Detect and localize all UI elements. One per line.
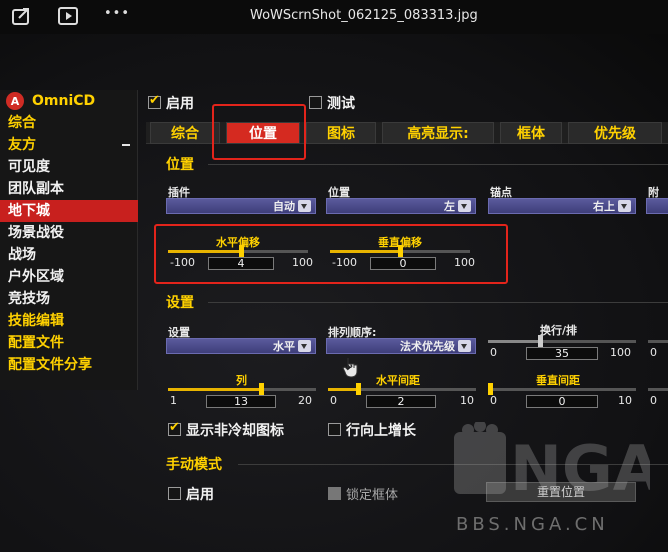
enable-label: 启用	[166, 96, 194, 112]
v-spacing-label: 垂直间距	[536, 374, 580, 387]
sort-dropdown[interactable]: 法术优先级	[326, 338, 476, 354]
wrap-max: 100	[610, 346, 631, 359]
share-icon[interactable]	[10, 5, 34, 27]
omnicd-logo-icon: A	[6, 92, 24, 110]
chevron-down-icon	[618, 200, 631, 212]
show-noncd-label: 显示非冷却图标	[186, 423, 284, 439]
watermark-logo-text: NGA	[510, 432, 650, 505]
highlight-box-offsets	[154, 224, 508, 284]
extra-slider-2-min: 0	[650, 394, 657, 407]
section-divider	[208, 302, 668, 303]
wrap-value[interactable]: 35	[526, 347, 598, 360]
columns-max: 20	[298, 394, 312, 407]
chevron-down-icon	[458, 340, 471, 352]
manual-enable-checkbox[interactable]	[168, 487, 181, 500]
slider-thumb[interactable]	[355, 383, 361, 395]
layout-dropdown[interactable]: 水平	[166, 338, 316, 354]
extra-slider-min: 0	[650, 346, 657, 359]
grow-up-label: 行向上增长	[346, 423, 416, 439]
watermark-site: BBS.NGA.CN	[456, 514, 609, 535]
section-position-title: 位置	[166, 157, 194, 173]
slider-thumb[interactable]	[398, 245, 403, 257]
nav-item-scenario[interactable]: 场景战役	[0, 222, 138, 244]
nav-item-friendly[interactable]: 友方	[0, 134, 138, 156]
extra-slider[interactable]	[648, 340, 668, 343]
columns-slider[interactable]	[168, 383, 316, 395]
nav-item-visibility[interactable]: 可见度	[0, 156, 138, 178]
nav-item-profile-share[interactable]: 配置文件分享	[0, 354, 138, 376]
addon-sidebar: A OmniCD 综合 友方 可见度 团队副本 地下城 场景战役 战场 户外区域…	[0, 90, 138, 390]
h-offset-slider[interactable]	[168, 245, 308, 257]
chevron-down-icon	[298, 340, 311, 352]
wrap-slider[interactable]	[488, 335, 636, 347]
v-offset-min: -100	[332, 256, 357, 269]
v-spacing-slider[interactable]	[488, 383, 636, 395]
hand-cursor-icon	[342, 358, 358, 378]
columns-value[interactable]: 13	[206, 395, 276, 408]
nav-item-arena[interactable]: 竞技场	[0, 288, 138, 310]
section-divider	[208, 164, 668, 165]
test-checkbox[interactable]	[309, 96, 322, 109]
nav-item-spell-editor[interactable]: 技能编辑	[0, 310, 138, 332]
extra-slider-2[interactable]	[648, 388, 668, 391]
h-spacing-value[interactable]: 2	[366, 395, 436, 408]
attach-dropdown[interactable]	[646, 198, 668, 214]
nav-item-raid[interactable]: 团队副本	[0, 178, 138, 200]
columns-label: 列	[236, 374, 247, 387]
more-icon[interactable]: •••	[104, 6, 130, 21]
section-settings-title: 设置	[166, 295, 194, 311]
tab-priority[interactable]: 优先级	[568, 122, 662, 144]
slider-thumb[interactable]	[238, 245, 244, 257]
section-manual-title: 手动模式	[166, 457, 222, 473]
v-spacing-min: 0	[490, 394, 497, 407]
v-spacing-max: 10	[618, 394, 632, 407]
nav-item-general[interactable]: 综合	[0, 112, 138, 134]
v-offset-slider[interactable]	[330, 245, 470, 257]
nav-item-dungeon[interactable]: 地下城	[0, 200, 138, 222]
h-spacing-slider[interactable]	[328, 383, 476, 395]
wrap-min: 0	[490, 346, 497, 359]
v-offset-value[interactable]: 0	[370, 257, 436, 270]
collapse-icon[interactable]	[122, 144, 130, 146]
play-icon[interactable]	[56, 5, 80, 27]
tab-general[interactable]: 综合	[150, 122, 220, 144]
h-offset-max: 100	[292, 256, 313, 269]
h-offset-min: -100	[170, 256, 195, 269]
h-spacing-label: 水平间距	[376, 374, 420, 387]
grow-up-checkbox[interactable]	[328, 423, 341, 436]
anchor-dropdown[interactable]: 右上	[488, 198, 636, 214]
position-dropdown[interactable]: 左	[326, 198, 476, 214]
viewer-toolbar: ••• WoWScrnShot_062125_083313.jpg	[0, 0, 668, 34]
columns-min: 1	[170, 394, 177, 407]
plugin-dropdown[interactable]: 自动	[166, 198, 316, 214]
highlight-box-tab	[212, 104, 306, 160]
lock-frame-label: 锁定框体	[346, 488, 399, 503]
manual-enable-label: 启用	[186, 487, 214, 503]
h-spacing-max: 10	[460, 394, 474, 407]
lock-frame-checkbox[interactable]	[328, 487, 341, 500]
test-label: 测试	[327, 96, 355, 112]
slider-thumb[interactable]	[537, 335, 543, 347]
slider-thumb[interactable]	[259, 383, 265, 395]
h-spacing-min: 0	[330, 394, 337, 407]
enable-checkbox[interactable]	[148, 93, 161, 109]
tab-frame[interactable]: 框体	[500, 122, 562, 144]
show-noncd-checkbox[interactable]	[168, 420, 181, 436]
chevron-down-icon	[298, 200, 311, 212]
v-offset-max: 100	[454, 256, 475, 269]
nav-item-outdoor[interactable]: 户外区域	[0, 266, 138, 288]
nav-item-battleground[interactable]: 战场	[0, 244, 138, 266]
tab-highlight[interactable]: 高亮显示:	[382, 122, 494, 144]
omnicd-header: A OmniCD	[6, 90, 95, 112]
nav-item-profiles[interactable]: 配置文件	[0, 332, 138, 354]
v-spacing-value[interactable]: 0	[526, 395, 598, 408]
file-title: WoWScrnShot_062125_083313.jpg	[250, 8, 478, 23]
chevron-down-icon	[458, 200, 471, 212]
h-offset-value[interactable]: 4	[208, 257, 274, 270]
tab-icons[interactable]: 图标	[306, 122, 376, 144]
wrap-label: 换行/排	[540, 324, 578, 337]
app-name: OmniCD	[32, 93, 96, 109]
